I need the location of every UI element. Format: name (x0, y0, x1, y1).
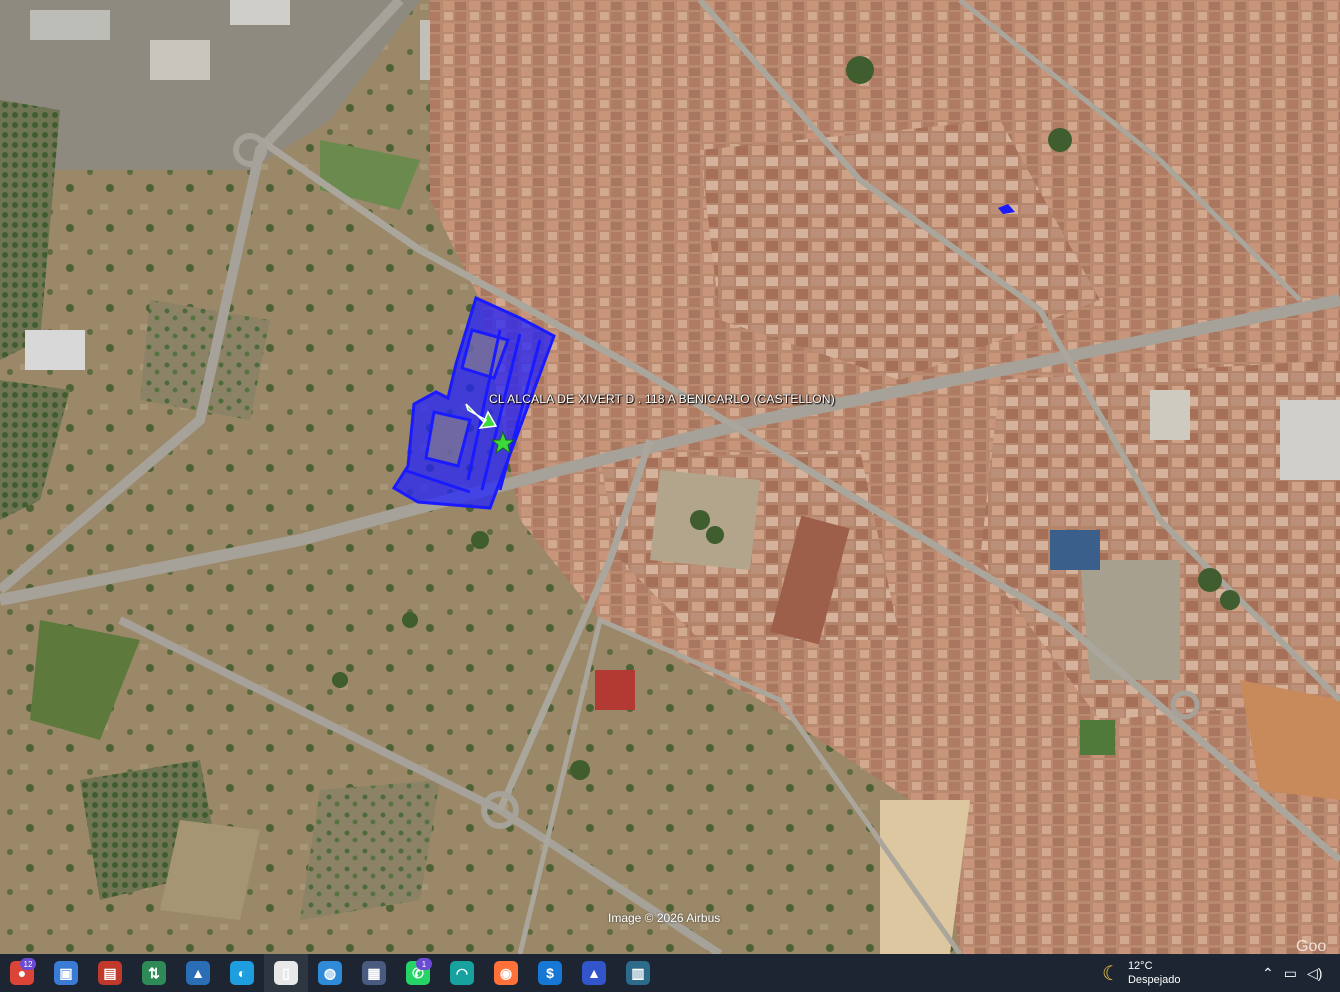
moon-icon: ☾ (1102, 962, 1120, 985)
save-disk-icon[interactable]: ▦ (352, 954, 396, 992)
weather-condition: Despejado (1127, 974, 1181, 986)
globe-app-icon[interactable]: ◍ (308, 954, 352, 992)
wifi-app-icon-glyph: ◠ (450, 961, 474, 985)
weather-temp: 12°C (1127, 960, 1153, 972)
satellite-imagery (0, 0, 1340, 954)
picture-app-icon[interactable]: ▣ (44, 954, 88, 992)
edge-icon-glyph: ◐ (230, 961, 254, 985)
photos-app-icon[interactable]: ▲ (176, 954, 220, 992)
whatsapp-icon[interactable]: ✆ 1 (396, 954, 440, 992)
place-label[interactable]: CL ALCALA DE XIVERT D . 118 A BENICARLO … (489, 392, 835, 406)
dollar-app-icon-glyph: $ (538, 961, 562, 985)
notepad-icon-glyph: ▯ (274, 961, 298, 985)
notification-badge: 1 (416, 958, 432, 970)
board-app-icon[interactable]: ▥ (616, 954, 660, 992)
weather-widget[interactable]: ☾ 12°C Despejado (1102, 954, 1181, 992)
window-app-icon[interactable]: ▤ (88, 954, 132, 992)
system-tray: ⌃ ▭ ◁) (1262, 954, 1322, 992)
dollar-app-icon[interactable]: $ (528, 954, 572, 992)
imagery-attribution: Image © 2026 Airbus (608, 911, 721, 925)
firefox-icon-glyph: ◉ (494, 961, 518, 985)
speaker-icon[interactable]: ◁) (1307, 965, 1322, 982)
window-app-icon-glyph: ▤ (98, 961, 122, 985)
edge-icon[interactable]: ◐ (220, 954, 264, 992)
save-disk-icon-glyph: ▦ (362, 961, 386, 985)
arrow-app-icon[interactable]: ▲ (572, 954, 616, 992)
photos-app-icon-glyph: ▲ (186, 961, 210, 985)
satellite-map-view[interactable]: CL ALCALA DE XIVERT D . 118 A BENICARLO … (0, 0, 1340, 954)
lock-app-icon[interactable]: ⇅ (132, 954, 176, 992)
corner-logo: Goo (1296, 938, 1327, 954)
chevron-up-icon[interactable]: ⌃ (1262, 965, 1274, 982)
board-app-icon-glyph: ▥ (626, 961, 650, 985)
wifi-app-icon[interactable]: ◠ (440, 954, 484, 992)
globe-app-icon-glyph: ◍ (318, 961, 342, 985)
chrome-icon[interactable]: ● 12 (0, 954, 44, 992)
notification-badge: 12 (20, 958, 36, 970)
network-icon[interactable]: ▭ (1284, 965, 1297, 982)
lock-app-icon-glyph: ⇅ (142, 961, 166, 985)
firefox-icon[interactable]: ◉ (484, 954, 528, 992)
arrow-app-icon-glyph: ▲ (582, 961, 606, 985)
picture-app-icon-glyph: ▣ (54, 961, 78, 985)
notepad-icon[interactable]: ▯ (264, 954, 308, 992)
